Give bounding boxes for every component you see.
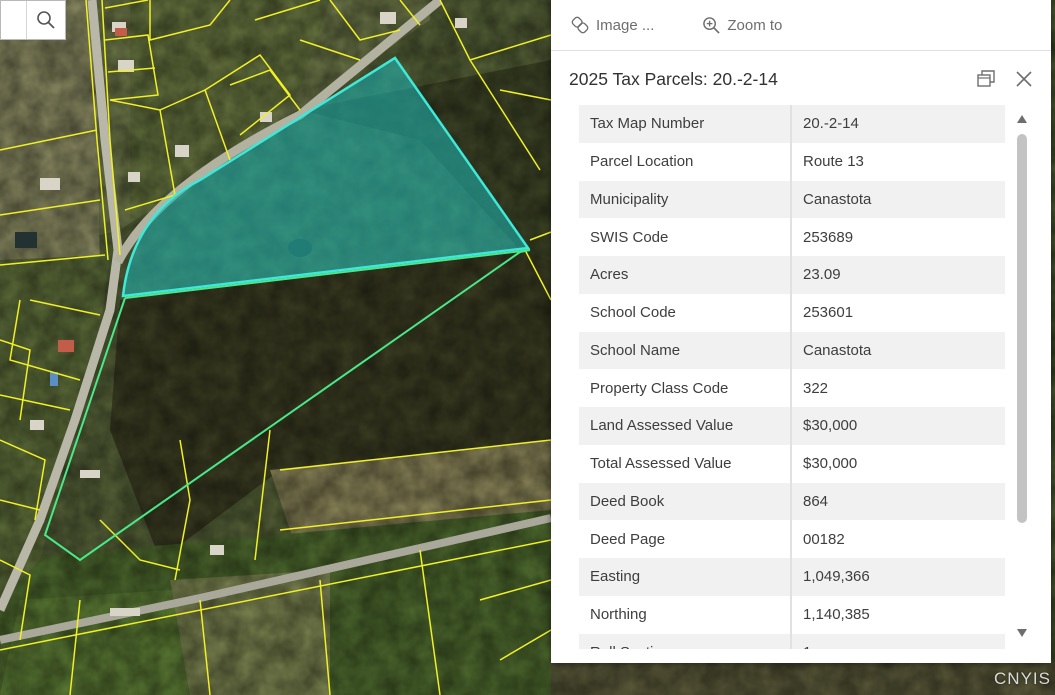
table-row: Acres 23.09 (579, 256, 1005, 294)
field-value: 864 (791, 482, 1005, 521)
table-row: School Code 253601 (579, 293, 1005, 332)
feature-popup: Image ... Zoom to 2025 Tax Parcels: 20.-… (551, 0, 1051, 663)
scroll-up-icon[interactable] (1016, 114, 1028, 124)
field-name: Tax Map Number (579, 105, 792, 143)
table-row: Property Class Code 322 (579, 369, 1005, 407)
search-widget (0, 0, 66, 40)
field-value: $30,000 (791, 407, 1005, 445)
field-value: 322 (791, 369, 1005, 407)
field-value: Canastota (791, 180, 1005, 219)
attribute-table: Tax Map Number 20.-2-14 Parcel Location Ro… (579, 105, 1005, 649)
field-value: $30,000 (791, 444, 1005, 483)
table-row: Roll Section1 (579, 633, 1005, 649)
table-row: Municipality Canastota (579, 180, 1005, 219)
table-row: Land Assessed Value $30,000 (579, 407, 1005, 445)
field-value: 00182 (791, 520, 1005, 558)
map-watermark: CNYIS (994, 669, 1051, 688)
field-value: 23.09 (791, 256, 1005, 294)
field-name: Roll Section (579, 633, 792, 649)
field-name: Property Class Code (579, 369, 792, 407)
table-row: Deed Page 00182 (579, 520, 1005, 558)
table-row: Parcel Location Route 13 (579, 142, 1005, 181)
field-value: Canastota (791, 331, 1005, 370)
dock-icon (977, 70, 995, 87)
field-name: School Code (579, 293, 792, 332)
zoom-in-icon (703, 16, 721, 34)
scroll-down-icon[interactable] (1016, 628, 1028, 638)
field-name: Northing (579, 595, 792, 634)
table-row: Easting 1,049,366 (579, 558, 1005, 596)
field-name: Land Assessed Value (579, 407, 792, 445)
dock-button[interactable] (976, 69, 996, 89)
attachment-icon (571, 16, 589, 33)
field-value: 253601 (791, 293, 1005, 332)
field-value: 1,140,385 (791, 595, 1005, 634)
close-icon (1016, 71, 1032, 87)
table-row: School Name Canastota (579, 331, 1005, 370)
field-name: SWIS Code (579, 218, 792, 256)
popup-action-bar: Image ... Zoom to (551, 0, 1051, 51)
field-name: Easting (579, 558, 792, 596)
popup-header: 2025 Tax Parcels: 20.-2-14 (551, 51, 1051, 107)
field-name: Parcel Location (579, 142, 792, 181)
image-action[interactable]: Image ... (571, 16, 654, 35)
image-action-label: Image ... (596, 16, 655, 34)
attribute-table-container[interactable]: Tax Map Number 20.-2-14 Parcel Location Ro… (579, 105, 1005, 649)
table-row: Tax Map Number 20.-2-14 (579, 105, 1005, 143)
popup-title: 2025 Tax Parcels: 20.-2-14 (569, 68, 778, 89)
zoom-to-action[interactable]: Zoom to (702, 16, 782, 35)
table-row: Total Assessed Value $30,000 (579, 444, 1005, 483)
popup-scrollbar[interactable] (1013, 112, 1031, 646)
field-name: School Name (579, 331, 792, 370)
field-name: Municipality (579, 180, 792, 219)
field-value: 253689 (791, 218, 1005, 256)
search-icon (37, 11, 55, 29)
field-name: Deed Page (579, 520, 792, 558)
close-button[interactable] (1014, 69, 1034, 89)
field-name: Deed Book (579, 482, 792, 521)
field-value: Route 13 (791, 142, 1005, 181)
scroll-thumb[interactable] (1017, 134, 1027, 523)
field-name: Acres (579, 256, 792, 294)
field-name: Total Assessed Value (579, 444, 792, 483)
table-row: Deed Book 864 (579, 482, 1005, 521)
table-row: Northing 1,140,385 (579, 595, 1005, 634)
field-value: 20.-2-14 (791, 105, 1005, 143)
field-value: 1 (791, 633, 1005, 649)
search-input[interactable] (1, 1, 27, 39)
zoom-to-label: Zoom to (727, 16, 783, 34)
table-row: SWIS Code 253689 (579, 218, 1005, 256)
field-value: 1,049,366 (791, 558, 1005, 596)
search-button[interactable] (27, 1, 65, 39)
